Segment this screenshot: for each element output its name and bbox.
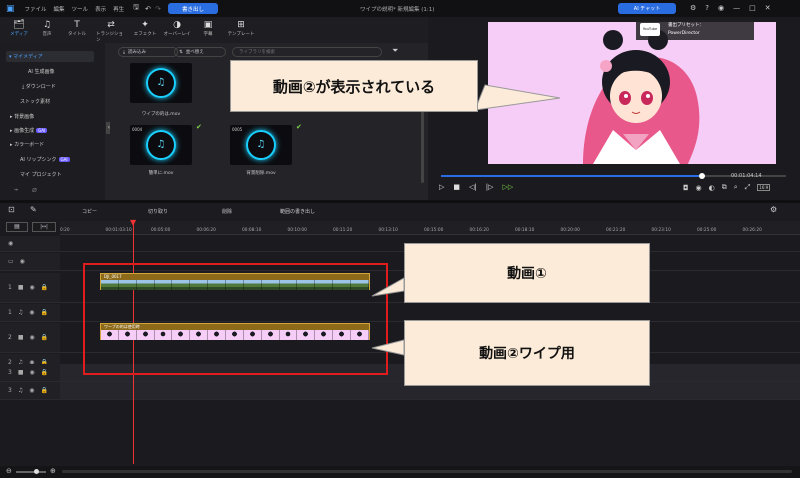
clip-frame xyxy=(297,280,316,290)
clip-frame xyxy=(351,330,369,340)
clip-frame xyxy=(172,280,191,290)
clip-frame xyxy=(101,280,119,290)
clip-frame xyxy=(279,330,298,340)
callout-preview: 動画②が表示されている xyxy=(230,60,478,112)
clip-frame xyxy=(208,330,227,340)
clip-frame xyxy=(243,280,262,290)
clip-frame xyxy=(333,330,352,340)
clip-frame xyxy=(315,330,334,340)
video-clip[interactable]: ワープの的は使用時 xyxy=(100,323,370,340)
clip-frame xyxy=(118,280,137,290)
clip-frame xyxy=(118,330,137,340)
clip-frame xyxy=(279,280,298,290)
timeline-hscroll[interactable] xyxy=(62,470,792,473)
clip-frame xyxy=(190,330,209,340)
zoom-out-icon[interactable]: ⊖ xyxy=(6,467,12,475)
clip-frame xyxy=(261,330,280,340)
clip-filmstrip xyxy=(101,280,369,290)
zoom-slider[interactable] xyxy=(16,471,46,473)
clip-frame xyxy=(101,330,119,340)
zoom-bar: ⊖ ⊕ xyxy=(0,466,800,478)
clip-frame xyxy=(154,280,173,290)
clip-frame xyxy=(297,330,316,340)
video-clip[interactable]: DJI_0017 xyxy=(100,273,370,290)
clip-frame xyxy=(261,280,280,290)
clip-frame xyxy=(154,330,173,340)
clip-frame xyxy=(136,330,155,340)
clip-frame xyxy=(351,280,369,290)
clip-frame xyxy=(190,280,209,290)
clip-frame xyxy=(226,330,244,340)
callout-clip2: 動画②ワイプ用 xyxy=(404,320,650,386)
zoom-slider-handle[interactable] xyxy=(34,469,39,474)
callout-clip1: 動画① xyxy=(404,243,650,303)
clip-frame xyxy=(226,280,244,290)
clip-frame xyxy=(208,280,227,290)
clip-frame xyxy=(136,280,155,290)
clip-frame xyxy=(333,280,352,290)
clip-frame xyxy=(315,280,334,290)
clip-frame xyxy=(243,330,262,340)
clip-filmstrip xyxy=(101,330,369,340)
clip-frame xyxy=(172,330,191,340)
zoom-in-icon[interactable]: ⊕ xyxy=(50,467,56,475)
